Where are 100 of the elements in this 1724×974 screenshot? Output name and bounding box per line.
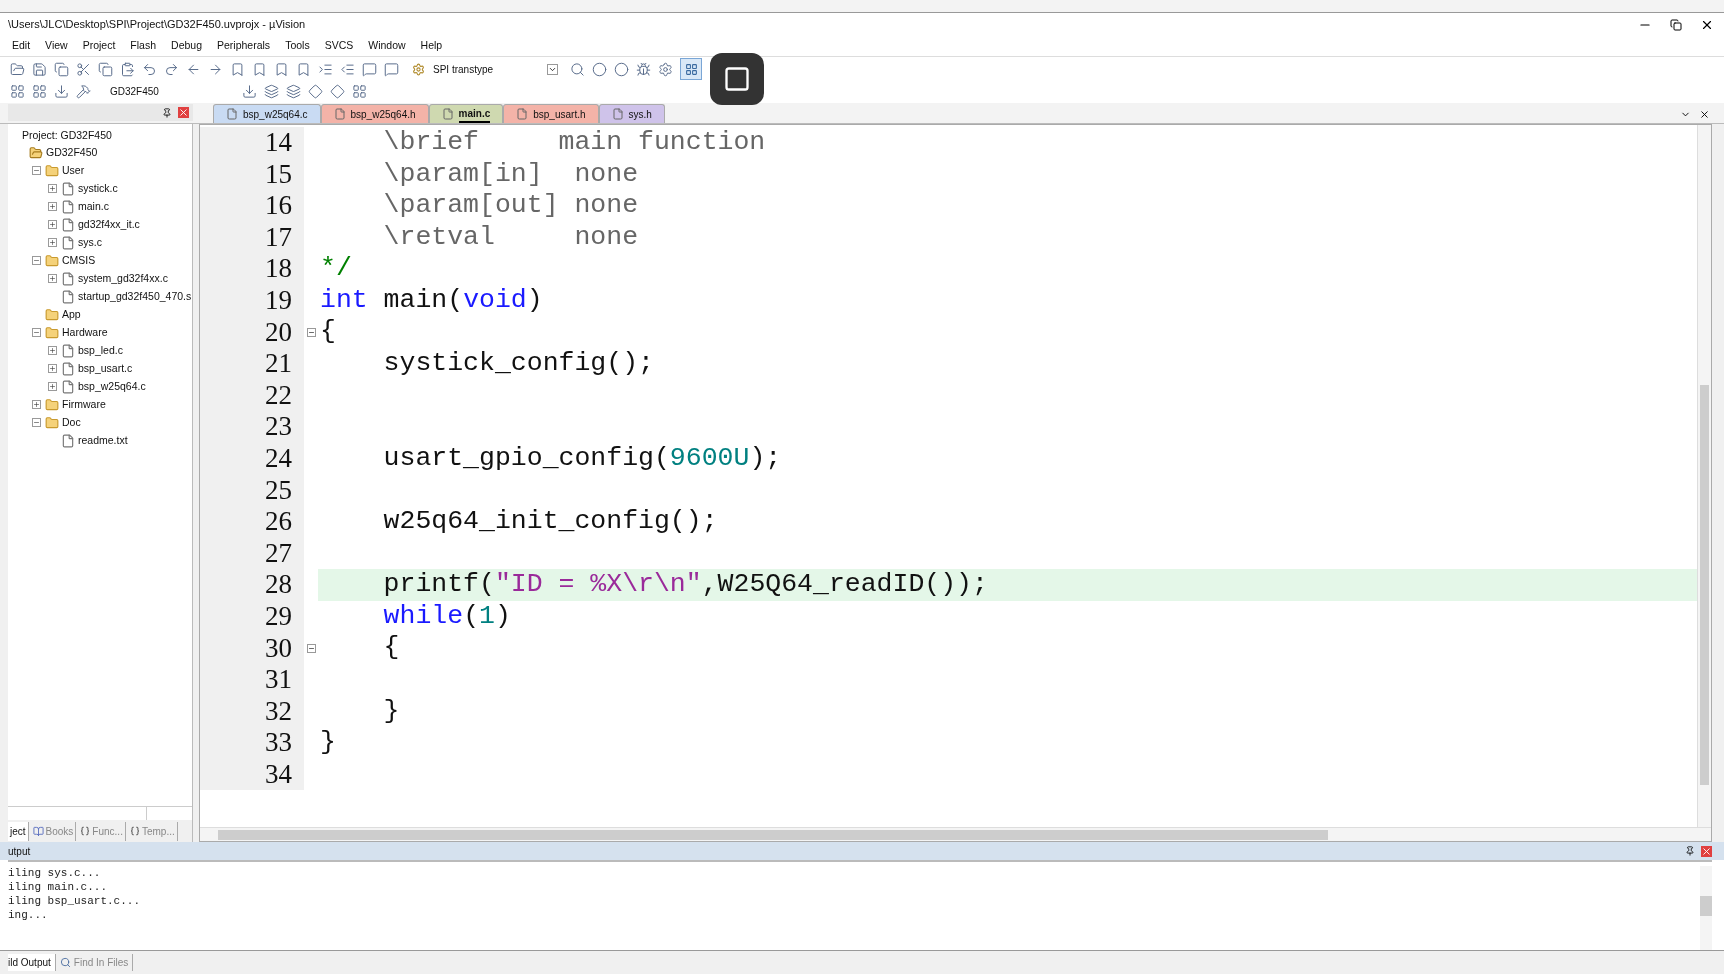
tree-item[interactable]: CMSIS: [62, 252, 96, 269]
pin-icon[interactable]: [162, 107, 172, 118]
menu-item[interactable]: View: [45, 38, 68, 54]
tree-item[interactable]: Doc: [62, 414, 81, 431]
book-icon: [32, 825, 44, 837]
code-line: \param[in] none: [382, 158, 640, 191]
expand-toggle[interactable]: [47, 364, 57, 374]
tree-item[interactable]: bsp_usart.c: [78, 360, 133, 377]
folder-icon: [9, 61, 25, 77]
expand-toggle[interactable]: [47, 238, 57, 248]
exit-fullscreen-icon: [723, 65, 751, 93]
file-tab[interactable]: bsp_usart.h: [503, 104, 599, 123]
gear-icon: [412, 62, 425, 76]
fold-toggle[interactable]: [306, 327, 316, 337]
file-tab[interactable]: sys.h: [598, 104, 665, 123]
layers-icon: [285, 83, 301, 99]
menu-item[interactable]: Tools: [285, 38, 310, 54]
save-icon: [31, 61, 47, 77]
restore-icon[interactable]: [1670, 18, 1682, 31]
tree-item[interactable]: readme.txt: [78, 432, 128, 449]
line-number: 23: [200, 411, 304, 443]
expand-toggle[interactable]: [47, 274, 57, 284]
panel-tab[interactable]: ject: [8, 821, 29, 841]
exit-fullscreen-button[interactable]: [710, 53, 764, 105]
tree-item[interactable]: GD32F450: [46, 144, 98, 161]
diamond-icon: [307, 83, 323, 99]
menu-item[interactable]: Peripherals: [217, 38, 271, 54]
menu-item[interactable]: Edit: [12, 38, 31, 54]
output-line: ing...: [8, 908, 49, 922]
tree-item[interactable]: systick.c: [78, 180, 118, 197]
line-number: 24: [200, 442, 304, 475]
tree-item[interactable]: system_gd32f4xx.c: [78, 270, 168, 287]
pin-icon[interactable]: [1685, 845, 1695, 856]
file-tab[interactable]: bsp_w25q64.h: [320, 104, 429, 123]
window-layout-button[interactable]: [680, 58, 702, 80]
file-tab[interactable]: bsp_w25q64.c: [213, 104, 321, 123]
plus-icon: [48, 185, 56, 193]
diamond-icon: [329, 83, 345, 99]
grid-icon: [31, 83, 47, 99]
output-line: iling main.c...: [8, 880, 109, 894]
file-icon: [61, 379, 75, 394]
expand-toggle[interactable]: [47, 202, 57, 212]
expand-toggle[interactable]: [47, 184, 57, 194]
code-line: \param[out] none: [382, 190, 640, 222]
folder-icon: [45, 397, 59, 412]
scrollbar-thumb[interactable]: [1700, 896, 1712, 916]
expand-toggle[interactable]: [47, 220, 57, 230]
forward-icon: [207, 61, 223, 77]
output-title: utput: [8, 844, 31, 859]
download-icon: [241, 83, 257, 99]
menu-item[interactable]: Project: [82, 38, 116, 54]
output-tab[interactable]: ild Output: [8, 954, 56, 971]
grid-icon: [351, 83, 367, 99]
collapse-toggle[interactable]: [31, 418, 41, 428]
menu-item[interactable]: Debug: [171, 38, 202, 54]
tree-item[interactable]: User: [62, 162, 85, 179]
bookmark-icon: [295, 61, 311, 77]
tree-item[interactable]: bsp_led.c: [78, 342, 123, 359]
menu-item[interactable]: SVCS: [324, 38, 354, 54]
menu-item[interactable]: Window: [368, 38, 406, 54]
download-icon: [53, 83, 69, 99]
output-line: iling sys.c...: [8, 866, 102, 880]
tree-item[interactable]: App: [62, 306, 81, 323]
target-select[interactable]: SPI transtype: [408, 59, 558, 79]
tree-item[interactable]: Hardware: [62, 324, 108, 341]
expand-toggle[interactable]: [47, 382, 57, 392]
copy-icon: [97, 61, 113, 77]
scrollbar-thumb[interactable]: [1700, 385, 1709, 785]
file-icon: [61, 289, 75, 304]
collapse-toggle[interactable]: [31, 328, 41, 338]
file-icon: [61, 343, 75, 358]
tree-item[interactable]: bsp_w25q64.c: [78, 378, 146, 395]
project-icon: [29, 145, 43, 160]
indent-icon: [317, 61, 333, 77]
tree-item[interactable]: gd32f4xx_it.c: [78, 216, 140, 233]
file-tab[interactable]: main.c: [428, 104, 504, 123]
line-number: 21: [200, 348, 304, 380]
folder-icon: [45, 307, 59, 322]
line-number: 15: [200, 158, 304, 191]
target-field[interactable]: GD32F450: [98, 82, 218, 100]
folder-icon: [45, 325, 59, 340]
tree-item[interactable]: startup_gd32f450_470.s: [78, 288, 192, 305]
menu-item[interactable]: Help: [420, 38, 443, 54]
tree-item[interactable]: main.c: [78, 198, 109, 215]
collapse-toggle[interactable]: [31, 166, 41, 176]
menu-item[interactable]: Flash: [130, 38, 157, 54]
expand-toggle[interactable]: [47, 346, 57, 356]
tree-item[interactable]: Firmware: [62, 396, 106, 413]
expand-toggle[interactable]: [31, 400, 41, 410]
fold-toggle[interactable]: [306, 643, 316, 653]
back-icon: [185, 61, 201, 77]
braces-icon: [129, 826, 140, 836]
plus-icon: [48, 221, 56, 229]
scrollbar-thumb[interactable]: [218, 829, 1328, 840]
line-number: 26: [200, 506, 304, 538]
build-icon: [75, 83, 91, 99]
plus-icon: [32, 401, 40, 409]
close-icon[interactable]: [1699, 109, 1710, 120]
collapse-toggle[interactable]: [31, 256, 41, 266]
tree-item[interactable]: sys.c: [78, 234, 102, 251]
